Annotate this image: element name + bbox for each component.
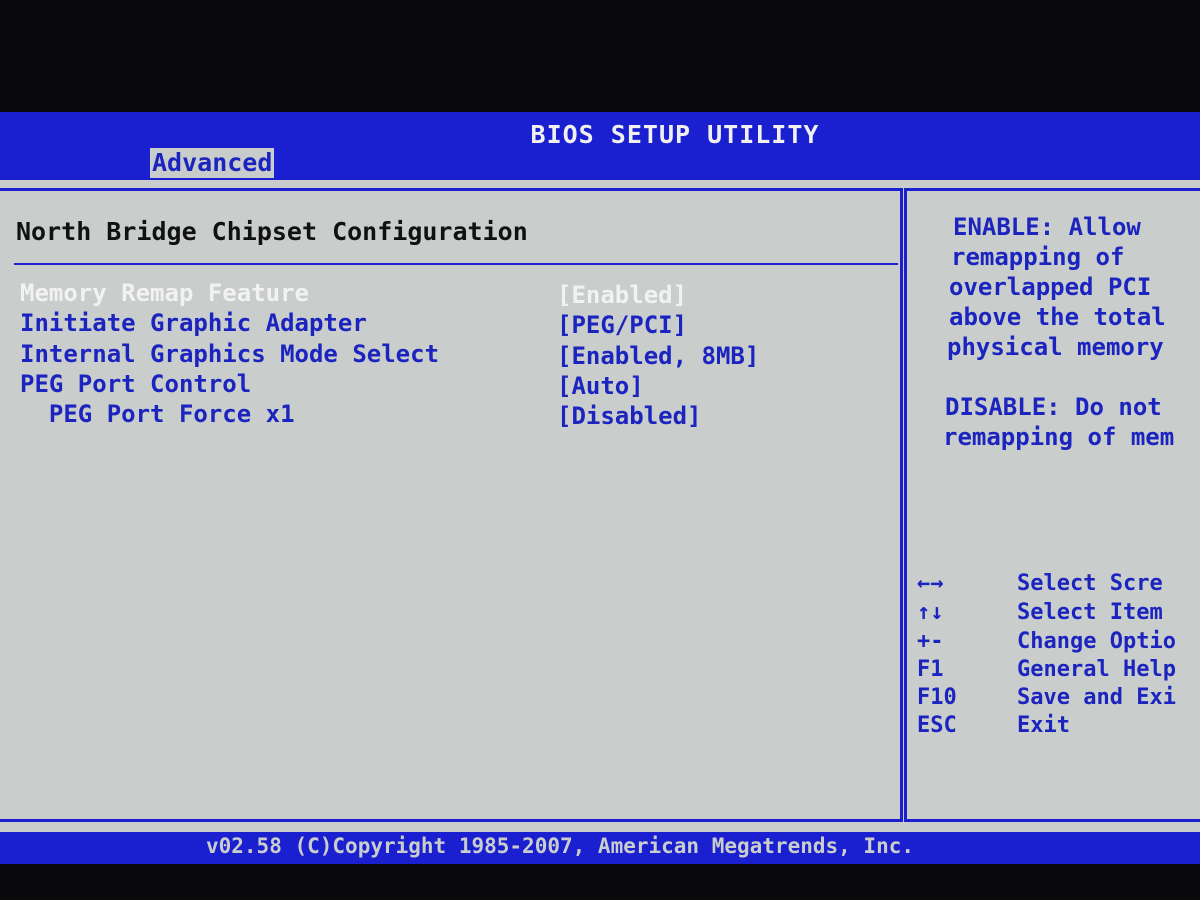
setting-value[interactable]: [Auto] xyxy=(557,372,644,400)
tab-bar: Advanced xyxy=(0,148,1200,180)
divider xyxy=(14,263,898,265)
setting-internal-graphics-mode[interactable]: Internal Graphics Mode Select xyxy=(20,340,439,368)
f10-key: F10 xyxy=(917,685,957,710)
setting-peg-port-force-x1[interactable]: PEG Port Force x1 xyxy=(20,400,295,428)
plus-minus-key: +- xyxy=(917,629,944,654)
help-pane: ENABLE: Allow remapping of overlapped PC… xyxy=(904,188,1200,822)
main-panel: North Bridge Chipset Configuration Memor… xyxy=(0,180,1200,832)
page-title: North Bridge Chipset Configuration xyxy=(16,217,528,246)
key-desc: Select Scre xyxy=(1017,571,1163,596)
help-line: remapping of xyxy=(951,243,1125,271)
key-desc: General Help xyxy=(1017,657,1176,682)
key-desc: Select Item xyxy=(1017,600,1163,625)
help-line: overlapped PCI xyxy=(949,273,1152,301)
f1-key: F1 xyxy=(917,657,944,682)
key-desc: Change Optio xyxy=(1017,629,1176,654)
help-line: DISABLE: Do not xyxy=(945,393,1162,421)
help-line: ENABLE: Allow xyxy=(953,213,1141,241)
key-desc: Exit xyxy=(1017,713,1070,738)
setting-memory-remap[interactable]: Memory Remap Feature xyxy=(20,279,309,307)
setting-initiate-graphic-adapter[interactable]: Initiate Graphic Adapter xyxy=(20,309,367,337)
setting-value[interactable]: [Enabled, 8MB] xyxy=(557,342,759,370)
key-desc: Save and Exi xyxy=(1017,685,1176,710)
copyright-footer: v02.58 (C)Copyright 1985-2007, American … xyxy=(205,834,914,858)
help-line: physical memory xyxy=(947,333,1164,361)
setting-peg-port-control[interactable]: PEG Port Control xyxy=(20,370,251,398)
help-line: above the total xyxy=(949,303,1166,331)
setting-value[interactable]: [Disabled] xyxy=(557,402,702,430)
esc-key: ESC xyxy=(917,713,957,738)
settings-pane: North Bridge Chipset Configuration Memor… xyxy=(0,188,903,822)
setting-value[interactable]: [PEG/PCI] xyxy=(557,311,687,339)
help-line: remapping of mem xyxy=(943,423,1175,451)
tab-advanced[interactable]: Advanced xyxy=(150,148,275,178)
arrows-lr-icon: ←→ xyxy=(917,571,944,596)
bios-title: BIOS SETUP UTILITY xyxy=(530,120,820,149)
setting-value[interactable]: [Enabled] xyxy=(557,281,687,309)
arrows-ud-icon: ↑↓ xyxy=(917,600,944,625)
bios-screen: BIOS SETUP UTILITY Advanced North Bridge… xyxy=(0,112,1200,864)
